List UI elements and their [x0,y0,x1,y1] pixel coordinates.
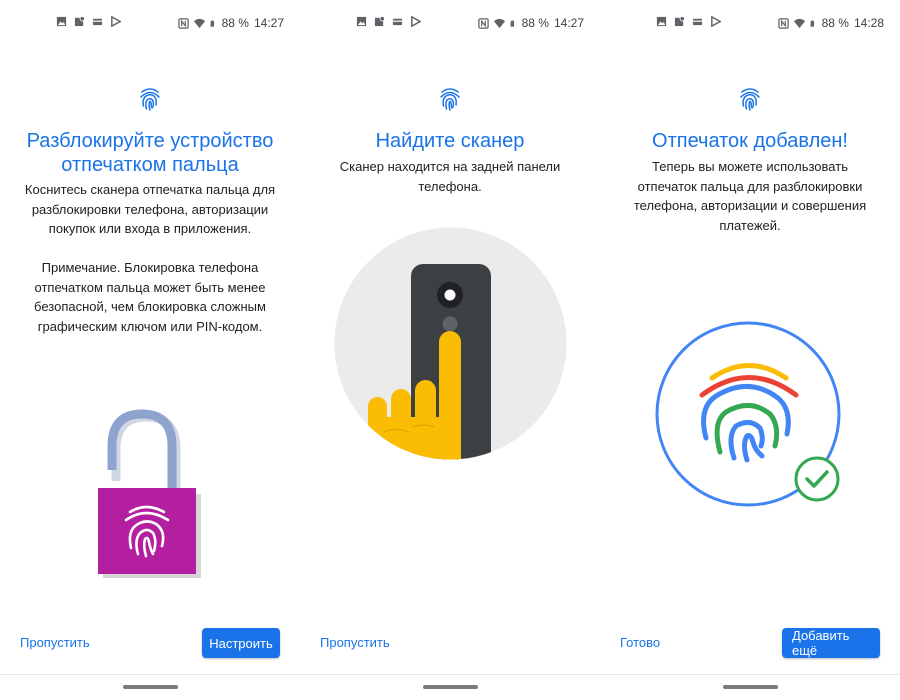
battery-icon [210,19,214,27]
battery-percent: 88 % [221,16,249,30]
clock: 14:27 [253,16,284,30]
description-text: Коснитесь сканера отпечатка пальца для р… [24,182,276,334]
notification-icons [356,16,421,27]
card-icon [92,18,103,26]
image-icon [56,16,67,27]
system-status: 88 % 14:28 [777,16,884,30]
screen-intro: 88 % 14:27 Разблокируйте устройство отпе… [0,0,300,700]
screen-fingerprint-added: 88 % 14:28 Отпечаток добавлен! Теперь вы… [600,0,900,700]
wifi-icon [193,18,205,28]
card-icon [692,18,703,26]
battery-icon [510,19,514,27]
photo-location-icon [374,16,385,27]
divider [0,674,300,675]
image-icon [356,16,367,27]
status-bar: 88 % 14:27 [0,12,300,34]
description-text: Сканер находится на задней панели телефо… [339,159,561,194]
play-store-icon [711,16,721,27]
setup-screens: 88 % 14:27 Разблокируйте устройство отпе… [0,0,900,700]
photo-location-icon [674,16,685,27]
page-title: Найдите сканер [375,130,525,152]
gesture-nav-bar[interactable] [723,685,778,689]
notification-icons [56,16,121,27]
status-bar: 88 % 14:27 [300,12,600,34]
page-title: Разблокируйте устройство отпечатком паль… [26,130,274,176]
skip-button[interactable]: Пропустить [320,635,390,650]
play-store-icon [111,16,121,27]
nfc-icon [777,17,789,29]
fingerprint-icon [440,88,460,111]
card-icon [392,18,403,26]
notification-icons [656,16,721,27]
phone-back-sensor-illustration [334,227,567,460]
clock: 14:28 [853,16,884,30]
nfc-icon [177,17,189,29]
system-status: 88 % 14:27 [177,16,284,30]
wifi-icon [793,18,805,28]
done-button[interactable]: Готово [620,635,660,650]
fingerprint-icon [740,88,760,111]
wifi-icon [493,18,505,28]
fingerprint-added-illustration [655,321,841,507]
unlocked-padlock-icon [98,409,201,578]
add-another-button[interactable]: Добавить ещё [782,628,880,658]
skip-button[interactable]: Пропустить [20,635,90,650]
battery-percent: 88 % [521,16,549,30]
play-store-icon [411,16,421,27]
status-bar: 88 % 14:28 [600,12,900,34]
fingerprint-icon [140,88,160,111]
gesture-nav-bar[interactable] [423,685,478,689]
screen-find-sensor: 88 % 14:27 Найдите сканер Сканер находит… [300,0,600,700]
photo-location-icon [74,16,85,27]
page-title: Отпечаток добавлен! [652,130,848,152]
battery-percent: 88 % [821,16,849,30]
image-icon [656,16,667,27]
description-text: Теперь вы можете использовать отпечаток … [633,159,867,233]
divider [600,674,900,675]
battery-icon [810,19,814,27]
nfc-icon [477,17,489,29]
clock: 14:27 [553,16,584,30]
divider [300,674,600,675]
setup-button[interactable]: Настроить [202,628,280,658]
gesture-nav-bar[interactable] [123,685,178,689]
system-status: 88 % 14:27 [477,16,584,30]
